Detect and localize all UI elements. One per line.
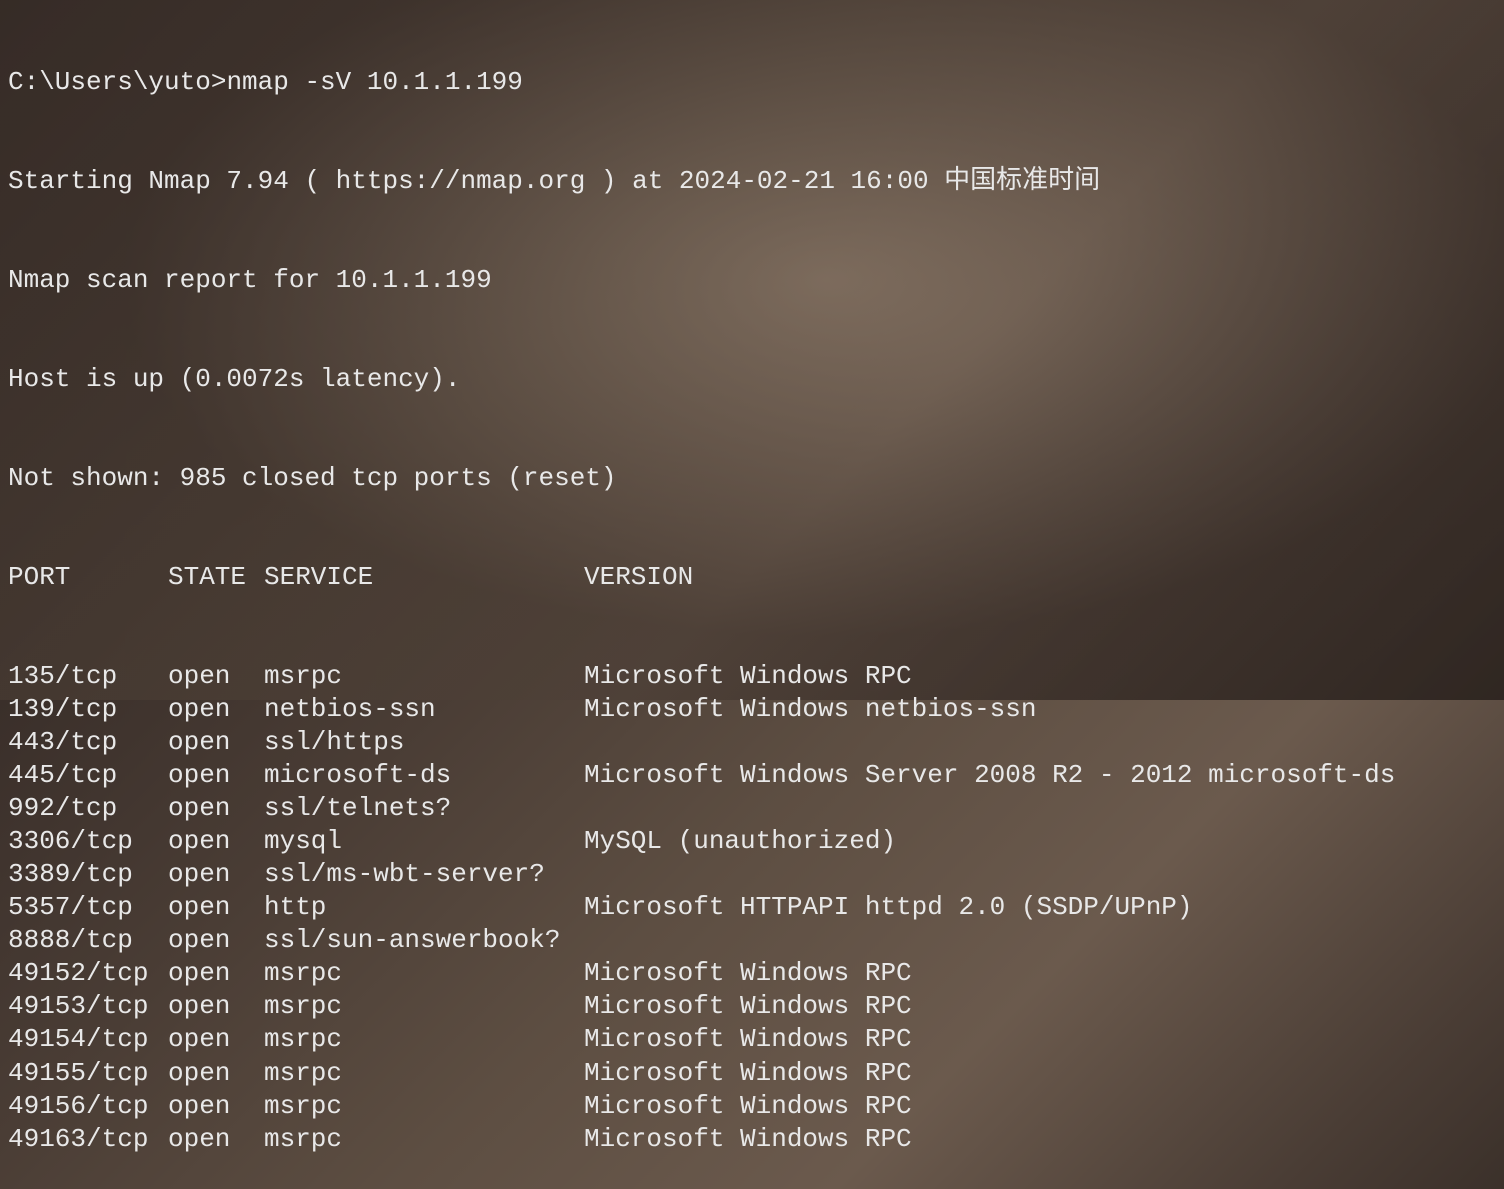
cell-port: 445/tcp	[8, 759, 168, 792]
cell-state: open	[168, 858, 264, 891]
cell-service: msrpc	[264, 660, 584, 693]
cell-version: Microsoft Windows netbios-ssn	[584, 693, 1496, 726]
table-row: 49163/tcpopenmsrpcMicrosoft Windows RPC	[8, 1123, 1496, 1156]
command-line: C:\Users\yuto>nmap -sV 10.1.1.199	[8, 66, 1496, 99]
cell-service: ssl/https	[264, 726, 584, 759]
cell-state: open	[168, 1123, 264, 1156]
cell-version: Microsoft Windows RPC	[584, 957, 1496, 990]
cell-port: 139/tcp	[8, 693, 168, 726]
typed-command: nmap -sV 10.1.1.199	[226, 67, 522, 97]
cell-version: MySQL (unauthorized)	[584, 825, 1496, 858]
nmap-banner-line: Starting Nmap 7.94 ( https://nmap.org ) …	[8, 165, 1496, 198]
cell-version	[584, 924, 1496, 957]
cell-service: ssl/sun-answerbook?	[264, 924, 584, 957]
nmap-host-line: Host is up (0.0072s latency).	[8, 363, 1496, 396]
cell-service: msrpc	[264, 990, 584, 1023]
cell-service: msrpc	[264, 1023, 584, 1056]
cell-version: Microsoft Windows RPC	[584, 1023, 1496, 1056]
table-row: 49152/tcpopenmsrpcMicrosoft Windows RPC	[8, 957, 1496, 990]
cell-service: msrpc	[264, 1090, 584, 1123]
header-service: SERVICE	[264, 561, 584, 594]
terminal-output: C:\Users\yuto>nmap -sV 10.1.1.199 Starti…	[8, 0, 1496, 1189]
table-row: 3306/tcpopenmysqlMySQL (unauthorized)	[8, 825, 1496, 858]
cell-version: Microsoft Windows RPC	[584, 660, 1496, 693]
cell-state: open	[168, 759, 264, 792]
header-version: VERSION	[584, 561, 1496, 594]
cell-port: 5357/tcp	[8, 891, 168, 924]
cell-port: 443/tcp	[8, 726, 168, 759]
cell-version: Microsoft Windows RPC	[584, 1123, 1496, 1156]
cell-port: 3306/tcp	[8, 825, 168, 858]
ports-table-body: 135/tcpopenmsrpcMicrosoft Windows RPC139…	[8, 660, 1496, 1155]
cell-port: 992/tcp	[8, 792, 168, 825]
table-row: 49155/tcpopenmsrpcMicrosoft Windows RPC	[8, 1057, 1496, 1090]
cell-service: ssl/ms-wbt-server?	[264, 858, 584, 891]
shell-prompt: C:\Users\yuto>	[8, 67, 226, 97]
nmap-report-line: Nmap scan report for 10.1.1.199	[8, 264, 1496, 297]
table-row: 139/tcpopennetbios-ssnMicrosoft Windows …	[8, 693, 1496, 726]
cell-state: open	[168, 957, 264, 990]
cell-state: open	[168, 792, 264, 825]
cell-service: msrpc	[264, 1057, 584, 1090]
cell-version: Microsoft Windows Server 2008 R2 - 2012 …	[584, 759, 1496, 792]
cell-service: ssl/telnets?	[264, 792, 584, 825]
table-row: 443/tcpopenssl/https	[8, 726, 1496, 759]
nmap-notshown-line: Not shown: 985 closed tcp ports (reset)	[8, 462, 1496, 495]
cell-version: Microsoft HTTPAPI httpd 2.0 (SSDP/UPnP)	[584, 891, 1496, 924]
header-state: STATE	[168, 561, 264, 594]
table-row: 135/tcpopenmsrpcMicrosoft Windows RPC	[8, 660, 1496, 693]
cell-port: 3389/tcp	[8, 858, 168, 891]
cell-version: Microsoft Windows RPC	[584, 1090, 1496, 1123]
cell-service: msrpc	[264, 1123, 584, 1156]
cell-service: msrpc	[264, 957, 584, 990]
cell-version: Microsoft Windows RPC	[584, 1057, 1496, 1090]
cell-state: open	[168, 726, 264, 759]
cell-state: open	[168, 825, 264, 858]
header-port: PORT	[8, 561, 168, 594]
cell-port: 49155/tcp	[8, 1057, 168, 1090]
cell-state: open	[168, 1023, 264, 1056]
table-row: 992/tcpopenssl/telnets?	[8, 792, 1496, 825]
cell-state: open	[168, 1090, 264, 1123]
cell-version	[584, 726, 1496, 759]
cell-service: microsoft-ds	[264, 759, 584, 792]
table-row: 49154/tcpopenmsrpcMicrosoft Windows RPC	[8, 1023, 1496, 1056]
cell-state: open	[168, 990, 264, 1023]
cell-port: 49154/tcp	[8, 1023, 168, 1056]
table-row: 3389/tcpopenssl/ms-wbt-server?	[8, 858, 1496, 891]
cell-service: mysql	[264, 825, 584, 858]
cell-state: open	[168, 891, 264, 924]
cell-version	[584, 858, 1496, 891]
cell-state: open	[168, 1057, 264, 1090]
table-row: 5357/tcpopenhttpMicrosoft HTTPAPI httpd …	[8, 891, 1496, 924]
cell-state: open	[168, 660, 264, 693]
cell-port: 49152/tcp	[8, 957, 168, 990]
table-row: 8888/tcpopenssl/sun-answerbook?	[8, 924, 1496, 957]
cell-version	[584, 792, 1496, 825]
cell-port: 135/tcp	[8, 660, 168, 693]
table-row: 49153/tcpopenmsrpcMicrosoft Windows RPC	[8, 990, 1496, 1023]
cell-port: 49153/tcp	[8, 990, 168, 1023]
cell-version: Microsoft Windows RPC	[584, 990, 1496, 1023]
table-row: 445/tcpopenmicrosoft-dsMicrosoft Windows…	[8, 759, 1496, 792]
table-row: 49156/tcpopenmsrpcMicrosoft Windows RPC	[8, 1090, 1496, 1123]
cell-port: 49163/tcp	[8, 1123, 168, 1156]
cell-service: netbios-ssn	[264, 693, 584, 726]
cell-service: http	[264, 891, 584, 924]
cell-state: open	[168, 693, 264, 726]
ports-table-header: PORTSTATESERVICEVERSION	[8, 561, 1496, 594]
cell-port: 8888/tcp	[8, 924, 168, 957]
cell-port: 49156/tcp	[8, 1090, 168, 1123]
cell-state: open	[168, 924, 264, 957]
